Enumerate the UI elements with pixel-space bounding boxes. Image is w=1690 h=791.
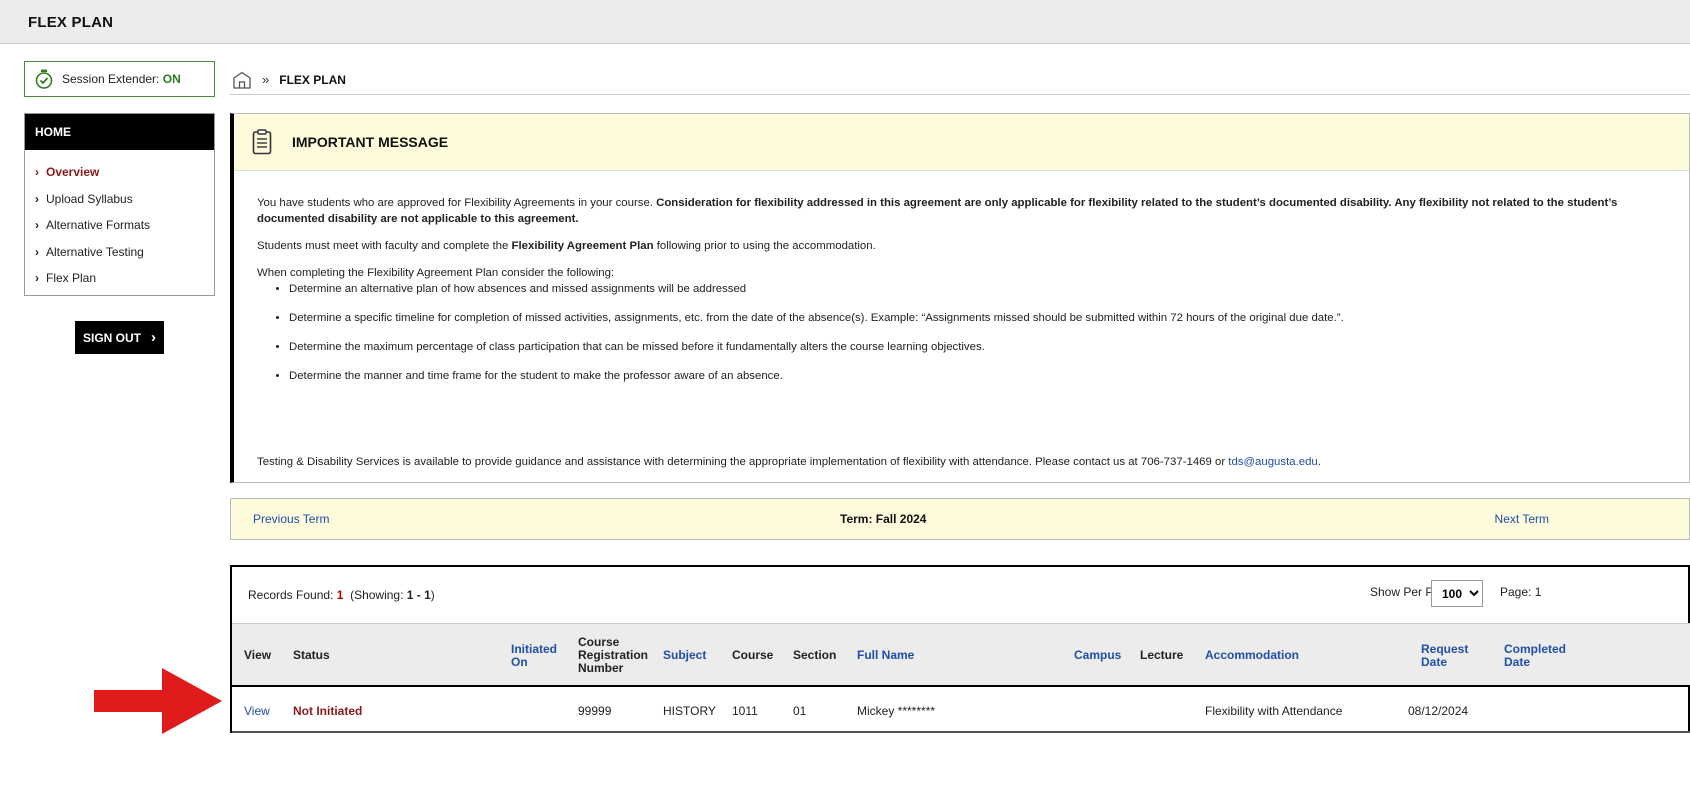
chevron-right-icon: › [35,191,39,206]
per-page-select[interactable]: 100 [1431,580,1483,607]
status-badge: Not Initiated [293,704,363,718]
records-showing-range: 1 - 1 [406,588,431,602]
header-section: Section [793,648,837,662]
sidebar: HOME › Overview › Upload Syllabus › Alte… [24,113,215,296]
header-subject[interactable]: Subject [663,649,706,662]
header-status: Status [293,648,330,662]
sidebar-item-label: Upload Syllabus [46,191,133,206]
contact-text: Testing & Disability Services is availab… [257,456,1229,468]
chevron-right-icon: › [35,165,39,180]
current-term: Term: Fall 2024 [840,512,927,526]
cell-accommodation: Flexibility with Attendance [1205,704,1343,718]
consideration-list: Determine an alternative plan of how abs… [289,281,1664,384]
list-item: Determine an alternative plan of how abs… [289,281,1664,297]
term-navigation: Previous Term Term: Fall 2024 Next Term [230,498,1690,540]
message-title: IMPORTANT MESSAGE [292,134,449,150]
records-found-count: 1 [336,588,344,602]
message-paragraph: Students must meet with faculty and comp… [257,238,1664,254]
table-header: View Status Initiated On Course Registra… [232,623,1690,687]
message-text: You have students who are approved for F… [257,197,657,209]
important-message-panel: IMPORTANT MESSAGE You have students who … [230,113,1690,483]
document-icon [252,129,272,155]
session-status: ON [162,72,181,86]
header-campus[interactable]: Campus [1074,649,1121,662]
chevron-right-icon: › [35,218,39,233]
session-extender[interactable]: Session Extender: ON [24,61,215,97]
sidebar-item-upload-syllabus[interactable]: › Upload Syllabus [25,186,214,213]
header-initiated-on[interactable]: Initiated On [511,643,561,669]
message-list-intro: When completing the Flexibility Agreemen… [257,267,615,279]
cell-full-name: Mickey ******** [857,704,936,718]
message-text: following prior to using the accommodati… [653,240,876,252]
sidebar-item-label: Flex Plan [46,271,97,286]
sidebar-item-flex-plan[interactable]: › Flex Plan [25,265,214,292]
breadcrumb-separator: » [262,72,270,87]
page-indicator: Page: 1 [1500,585,1542,599]
records-showing-label: (Showing: [350,588,407,602]
header-course: Course [732,648,774,662]
sidebar-item-label: Alternative Testing [46,244,144,259]
header-full-name[interactable]: Full Name [857,649,914,662]
previous-term-link[interactable]: Previous Term [253,512,329,526]
header-completed-date[interactable]: Completed Date [1504,643,1566,669]
breadcrumb-current: FLEX PLAN [279,72,346,87]
next-term-link[interactable]: Next Term [1495,512,1549,526]
red-arrow-annotation [94,668,222,734]
cell-section: 01 [793,704,807,718]
header-course-registration-number: Course Registration Number [578,635,649,675]
cell-crn: 99999 [578,704,612,718]
sidebar-item-label: Overview [46,165,100,180]
list-item: Determine the manner and time frame for … [289,368,1664,384]
cell-request-date: 08/12/2024 [1408,704,1469,718]
message-text: Students must meet with faculty and comp… [257,240,512,252]
chevron-right-icon: › [35,244,39,259]
contact-email-link[interactable]: tds@augusta.edu [1228,456,1317,468]
sign-out-label: SIGN OUT [82,330,141,345]
records-showing-end: ) [430,588,435,602]
chevron-right-icon: › [35,271,39,286]
header-lecture: Lecture [1140,648,1184,662]
timer-check-icon [35,69,53,89]
header-request-date[interactable]: Request Date [1421,643,1471,669]
header-accommodation[interactable]: Accommodation [1205,649,1299,662]
list-item: Determine the maximum percentage of clas… [289,339,1664,355]
table-row: View Not Initiated 99999 HISTORY 1011 01… [232,689,1690,733]
contact-line: Testing & Disability Services is availab… [257,454,1321,470]
session-label: Session Extender: [62,72,163,86]
view-link[interactable]: View [244,704,270,718]
app-header: FLEX PLAN [0,0,1690,44]
message-bold-text: Flexibility Agreement Plan [511,240,654,252]
sign-out-button[interactable]: SIGN OUT › [75,321,164,354]
cell-subject: HISTORY [663,704,716,718]
message-paragraph: You have students who are approved for F… [257,195,1664,227]
records-found-label: Records Found: [248,588,337,602]
sidebar-item-label: Alternative Formats [46,218,151,233]
sidebar-item-overview[interactable]: › Overview [25,159,214,186]
contact-text-end: . [1317,456,1321,468]
message-body: You have students who are approved for F… [234,171,1664,468]
breadcrumb: » FLEX PLAN [230,65,1690,95]
sidebar-item-alternative-formats[interactable]: › Alternative Formats [25,212,214,239]
records-panel: Records Found: 1 (Showing: 1 - 1) Show P… [230,565,1690,733]
chevron-right-icon: › [151,329,156,346]
sidebar-item-alternative-testing[interactable]: › Alternative Testing [25,239,214,266]
header-view: View [244,648,272,662]
home-icon[interactable] [232,71,252,89]
records-summary: Records Found: 1 (Showing: 1 - 1) Show P… [232,567,1688,623]
cell-course: 1011 [732,704,758,718]
list-item: Determine a specific timeline for comple… [289,310,1664,326]
sidebar-heading: HOME [25,114,214,150]
app-title: FLEX PLAN [28,14,114,31]
message-header: IMPORTANT MESSAGE [234,114,1689,171]
